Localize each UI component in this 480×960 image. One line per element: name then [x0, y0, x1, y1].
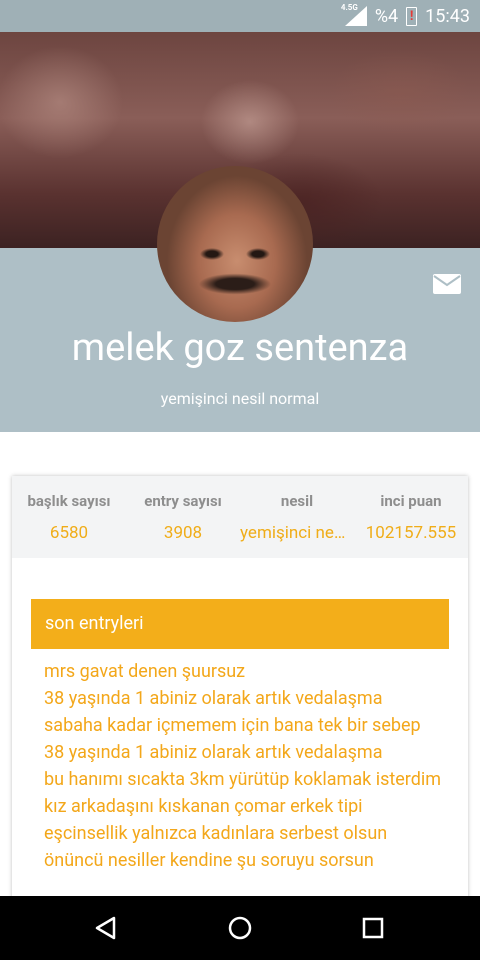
navigation-bar	[0, 896, 480, 960]
profile-card: başlık sayısı 6580 entry sayısı 3908 nes…	[12, 476, 468, 916]
battery-percent: %4	[374, 5, 399, 27]
avatar[interactable]	[157, 166, 313, 322]
status-bar: 4.5G %4 ! 15:43	[0, 0, 480, 32]
entry-link[interactable]: önüncü nesiller kendine şu soruyu sorsun	[44, 847, 444, 874]
entry-link[interactable]: bu hanımı sıcakta 3km yürütüp koklamak i…	[44, 766, 444, 793]
signal-icon: 4.5G	[341, 3, 367, 26]
entry-link[interactable]: kız arkadaşını kıskanan çomar erkek tipi	[44, 793, 444, 820]
battery-low-icon: !	[406, 6, 418, 26]
username: melek goz sentenza	[71, 326, 409, 370]
stat-label: başlık sayısı	[27, 492, 111, 510]
entry-link[interactable]: sabaha kadar içmemem için bana tek bir s…	[44, 712, 444, 739]
generation-label: yemişinci nesil normal	[160, 389, 320, 408]
stat-value: 102157.555	[365, 523, 457, 543]
home-icon[interactable]	[224, 912, 256, 944]
mail-icon[interactable]	[432, 272, 462, 296]
recent-entries-header: son entryleri	[31, 599, 449, 649]
stat-label: inci puan	[380, 492, 442, 510]
clock: 15:43	[425, 5, 470, 27]
entry-link[interactable]: 38 yaşında 1 abiniz olarak artık vedalaş…	[44, 739, 444, 766]
stat-value: 6580	[49, 523, 89, 543]
stats-row: başlık sayısı 6580 entry sayısı 3908 nes…	[12, 476, 468, 558]
entry-link[interactable]: mrs gavat denen şuursuz	[44, 658, 444, 685]
stat-label: entry sayısı	[144, 492, 222, 510]
recents-icon[interactable]	[357, 912, 389, 944]
stat-value: yemişinci nesil normal	[240, 523, 354, 543]
entry-link[interactable]: eşcinsellik yalnızca kadınlara serbest o…	[44, 820, 444, 847]
stat-label: nesil	[280, 492, 314, 510]
stat-value: 3908	[163, 523, 203, 543]
recent-entries-list: mrs gavat denen şuursuz 38 yaşında 1 abi…	[44, 658, 444, 874]
back-icon[interactable]	[90, 912, 122, 944]
entry-link[interactable]: 38 yaşında 1 abiniz olarak artık vedalaş…	[44, 685, 444, 712]
